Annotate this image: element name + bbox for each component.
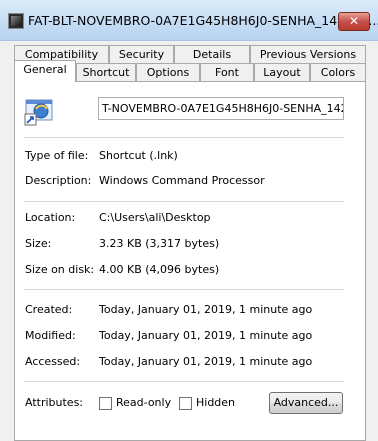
location-value: C:\Users\ali\Desktop	[99, 211, 211, 224]
tab-previous-versions[interactable]: Previous Versions	[250, 45, 366, 63]
created-label: Created:	[25, 303, 73, 316]
advanced-button[interactable]: Advanced...	[269, 392, 343, 414]
close-button[interactable]: ✕	[338, 12, 370, 31]
tab-colors[interactable]: Colors	[310, 63, 366, 81]
hidden-checkbox[interactable]	[179, 397, 192, 410]
tab-shortcut[interactable]: Shortcut	[76, 63, 136, 81]
size-on-disk-value: 4.00 KB (4,096 bytes)	[99, 263, 220, 276]
general-tab-panel	[14, 81, 366, 441]
tab-security[interactable]: Security	[109, 45, 174, 63]
modified-value: Today, January 01, 2019, 1 minute ago	[99, 329, 313, 342]
size-on-disk-label: Size on disk:	[25, 263, 95, 276]
description-label: Description:	[25, 174, 92, 187]
attributes-label: Attributes:	[25, 396, 84, 409]
app-icon	[8, 13, 24, 29]
size-value: 3.23 KB (3,317 bytes)	[99, 237, 220, 250]
created-value: Today, January 01, 2019, 1 minute ago	[99, 303, 313, 316]
accessed-label: Accessed:	[25, 355, 81, 368]
type-of-file-label: Type of file:	[25, 149, 89, 162]
separator	[24, 201, 344, 202]
tab-layout[interactable]: Layout	[254, 63, 310, 81]
separator	[24, 137, 344, 138]
file-name-input[interactable]: T-NOVEMBRO-0A7E1G45H8H6J0-SENHA_1425	[98, 97, 344, 120]
read-only-label[interactable]: Read-only	[116, 396, 171, 409]
description-value: Windows Command Processor	[99, 174, 265, 187]
location-label: Location:	[25, 211, 76, 224]
tab-details[interactable]: Details	[174, 45, 250, 63]
size-label: Size:	[25, 237, 52, 250]
read-only-checkbox[interactable]	[99, 397, 112, 410]
tab-font[interactable]: Font	[200, 63, 254, 81]
hidden-label[interactable]: Hidden	[196, 396, 235, 409]
separator	[24, 381, 344, 382]
modified-label: Modified:	[25, 329, 76, 342]
shortcut-file-icon	[24, 99, 53, 126]
tab-options[interactable]: Options	[136, 63, 200, 81]
separator	[24, 289, 344, 290]
window-title: FAT-BLT-NOVEMBRO-0A7E1G45H8H6J0-SENHA_14…	[28, 13, 378, 28]
accessed-value: Today, January 01, 2019, 1 minute ago	[99, 355, 313, 368]
tab-general[interactable]: General	[14, 60, 76, 82]
title-bar[interactable]: FAT-BLT-NOVEMBRO-0A7E1G45H8H6J0-SENHA_14…	[0, 0, 378, 41]
type-of-file-value: Shortcut (.lnk)	[99, 149, 178, 162]
